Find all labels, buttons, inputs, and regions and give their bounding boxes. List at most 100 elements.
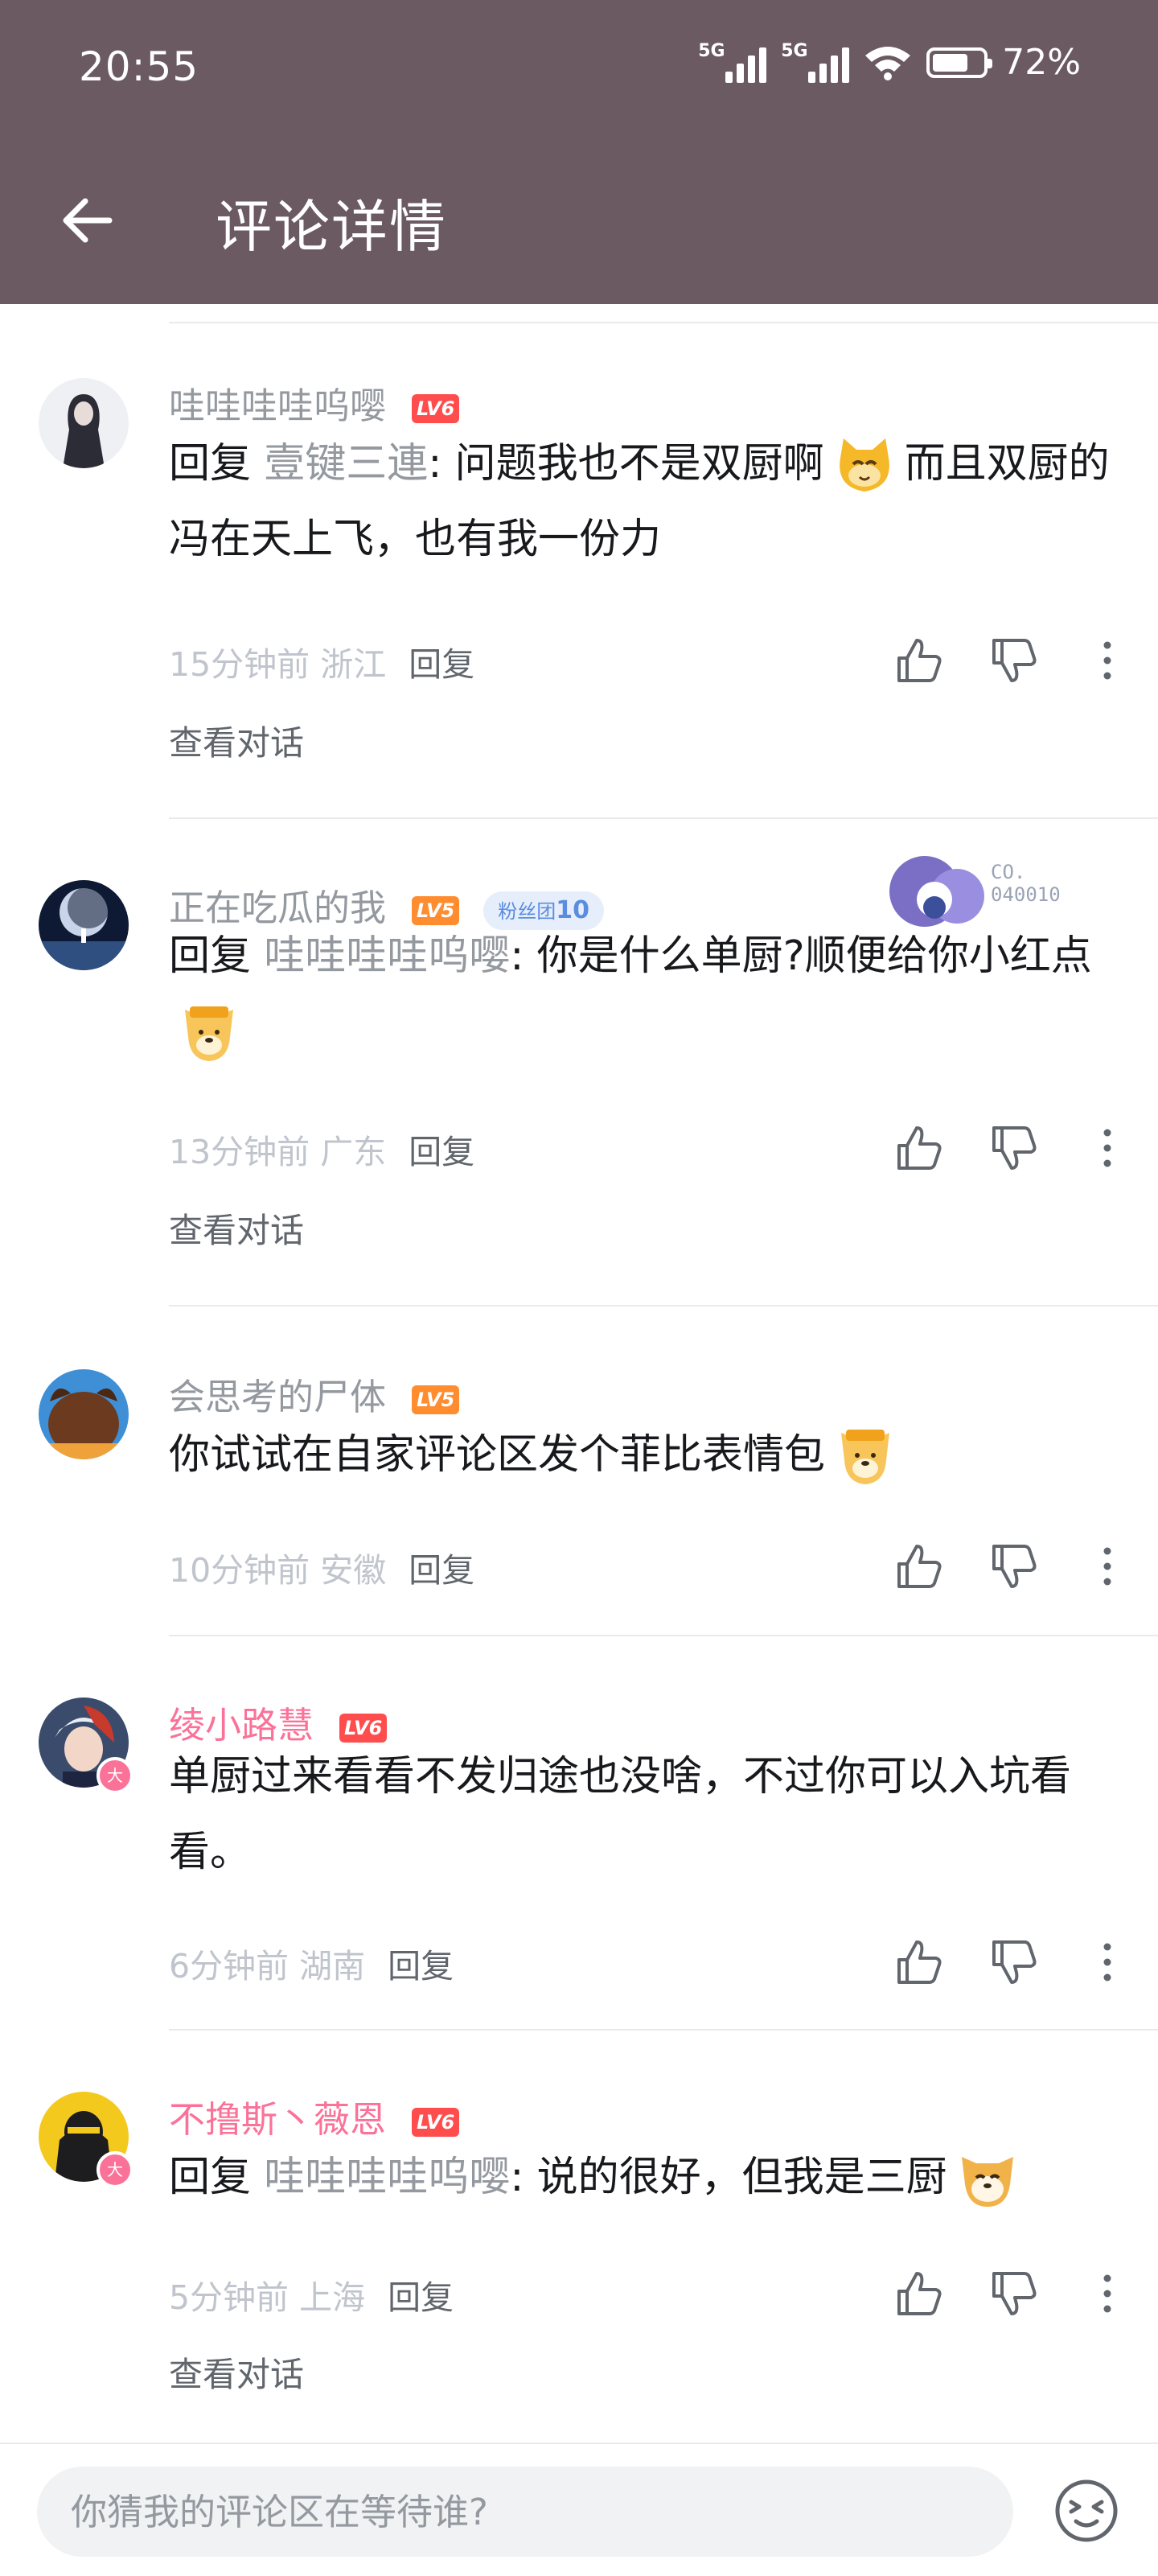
level-badge: LV6: [412, 394, 460, 423]
comment-location: 浙江: [320, 645, 387, 684]
divider: [169, 817, 1158, 819]
more-vertical-icon[interactable]: [1081, 634, 1134, 687]
status-icons: 5G 5G 72%: [698, 40, 1081, 84]
username-text[interactable]: 会思考的尸体: [169, 1376, 386, 1418]
comment-text-part: : 问题我也不是双厨啊: [428, 440, 824, 488]
more-vertical-icon[interactable]: [1081, 2267, 1134, 2320]
thumb-up-icon[interactable]: [893, 634, 946, 687]
level-badge: LV6: [339, 1714, 388, 1743]
shiba-emoji-icon: [961, 2157, 1013, 2207]
username[interactable]: 哇哇哇哇呜嘤 LV6: [169, 377, 460, 429]
thumb-down-icon[interactable]: [988, 1936, 1041, 1989]
reply-target-username[interactable]: 哇哇哇哇呜嘤: [264, 932, 510, 980]
comment-actions: [893, 1540, 1158, 1596]
comment-input-bar: [0, 2442, 1158, 2576]
reply-button[interactable]: 回复: [409, 1133, 474, 1171]
thumb-down-icon[interactable]: [988, 1121, 1041, 1175]
thumb-up-icon[interactable]: [893, 2267, 946, 2320]
status-time: 20:55: [79, 43, 199, 90]
username[interactable]: 不撸斯丶薇恩 LV6: [169, 2090, 460, 2142]
comment-meta: 6分钟前 湖南 回复: [169, 1939, 454, 1987]
big-member-badge: 大: [96, 1757, 133, 1794]
comment-time: 10分钟前: [169, 1551, 310, 1590]
comment-location: 安徽: [320, 1551, 387, 1590]
page-title: 评论详情: [216, 194, 447, 260]
comment-location: 湖南: [299, 1947, 366, 1985]
comment-location: 广东: [320, 1133, 387, 1171]
comment-text[interactable]: 你试试在自家评论区发个菲比表情包: [169, 1418, 1118, 1493]
reply-target-username[interactable]: 哇哇哇哇呜嘤: [264, 2154, 510, 2201]
comment-input[interactable]: [37, 2467, 1013, 2557]
comment-time: 5分钟前: [169, 2278, 290, 2317]
avatar[interactable]: [39, 880, 129, 970]
more-vertical-icon[interactable]: [1081, 1936, 1134, 1989]
decoration-text: 040010: [991, 883, 1061, 906]
thumb-up-icon[interactable]: [893, 1121, 946, 1175]
comment-text-part: 单厨过来看看不发归途也没啥，不过你可以入坑看看。: [169, 1753, 1072, 1876]
reply-target-username[interactable]: 壹键三連: [264, 440, 428, 488]
comment-text[interactable]: 回复 哇哇哇哇呜嘤: 你是什么单厨?顺便给你小红点: [169, 919, 1118, 1070]
comment-text[interactable]: 回复 壹键三連: 问题我也不是双厨啊 而且双厨的冯在天上飞，也有我一份力: [169, 426, 1118, 578]
comment-actions: [893, 2267, 1158, 2323]
reply-button[interactable]: 回复: [409, 1551, 474, 1590]
status-bar: 20:55 5G 5G 72%: [0, 0, 1158, 142]
view-dialog-link[interactable]: 查看对话: [169, 2348, 304, 2397]
thumb-down-icon[interactable]: [988, 2267, 1041, 2320]
decoration-number: CO. 040010: [991, 861, 1061, 906]
username-text[interactable]: 不撸斯丶薇恩: [169, 2098, 386, 2141]
cat-emoji-icon: [839, 438, 889, 492]
thumb-down-icon[interactable]: [988, 1540, 1041, 1593]
dog-emoji-icon: [841, 1430, 890, 1484]
avatar[interactable]: [39, 378, 129, 468]
comment-meta: 10分钟前 安徽 回复: [169, 1543, 474, 1591]
comment-text[interactable]: 单厨过来看看不发归途也没啥，不过你可以入坑看看。: [169, 1739, 1118, 1891]
back-arrow-icon[interactable]: [53, 187, 121, 254]
reply-button[interactable]: 回复: [388, 2278, 454, 2317]
decoration-text: CO.: [991, 861, 1026, 883]
avatar[interactable]: [39, 1369, 129, 1459]
comment-actions: [893, 1121, 1158, 1178]
divider: [169, 322, 1158, 323]
username-text[interactable]: 哇哇哇哇呜嘤: [169, 385, 386, 427]
comment-text-part: : 说的很好，但我是三厨: [510, 2154, 947, 2201]
thumb-down-icon[interactable]: [988, 634, 1041, 687]
comment-location: 上海: [299, 2278, 366, 2317]
divider: [169, 1635, 1158, 1636]
level-badge: LV5: [412, 1385, 460, 1414]
reply-button[interactable]: 回复: [388, 1947, 454, 1985]
network-type-label: 5G: [781, 40, 808, 61]
big-member-badge: 大: [96, 2151, 133, 2188]
comment-meta: 15分钟前 浙江 回复: [169, 637, 474, 685]
top-bar: 20:55 5G 5G 72% 评论详情: [0, 0, 1158, 304]
view-dialog-link[interactable]: 查看对话: [169, 716, 304, 765]
dog-emoji-icon: [185, 1006, 233, 1061]
signal-icon: 5G: [781, 40, 850, 83]
reply-prefix: 回复: [169, 2154, 265, 2201]
comment-actions: [893, 634, 1158, 690]
battery-percent: 72%: [1002, 42, 1081, 83]
level-badge: LV6: [412, 2108, 460, 2137]
divider: [169, 2029, 1158, 2031]
reply-prefix: 回复: [169, 440, 265, 488]
network-type-label: 5G: [698, 40, 725, 61]
comment-text-part: : 你是什么单厨?顺便给你小红点: [510, 932, 1092, 980]
comment-meta: 5分钟前 上海 回复: [169, 2270, 454, 2319]
thumb-up-icon[interactable]: [893, 1936, 946, 1989]
more-vertical-icon[interactable]: [1081, 1121, 1134, 1175]
username[interactable]: 会思考的尸体 LV5: [169, 1368, 460, 1420]
reply-prefix: 回复: [169, 932, 265, 980]
thumb-up-icon[interactable]: [893, 1540, 946, 1593]
reply-button[interactable]: 回复: [409, 645, 474, 684]
comment-meta: 13分钟前 广东 回复: [169, 1125, 474, 1173]
comment-actions: [893, 1936, 1158, 1992]
view-dialog-link[interactable]: 查看对话: [169, 1204, 304, 1253]
battery-icon: [926, 47, 993, 78]
signal-icon: 5G: [698, 40, 767, 83]
comment-time: 6分钟前: [169, 1947, 290, 1985]
more-vertical-icon[interactable]: [1081, 1540, 1134, 1593]
emoji-icon[interactable]: [1053, 2478, 1119, 2544]
comment-text[interactable]: 回复 哇哇哇哇呜嘤: 说的很好，但我是三厨: [169, 2140, 1118, 2216]
comment-time: 13分钟前: [169, 1133, 310, 1171]
comment-text-part: 你试试在自家评论区发个菲比表情包: [169, 1431, 826, 1479]
comment-time: 15分钟前: [169, 645, 310, 684]
